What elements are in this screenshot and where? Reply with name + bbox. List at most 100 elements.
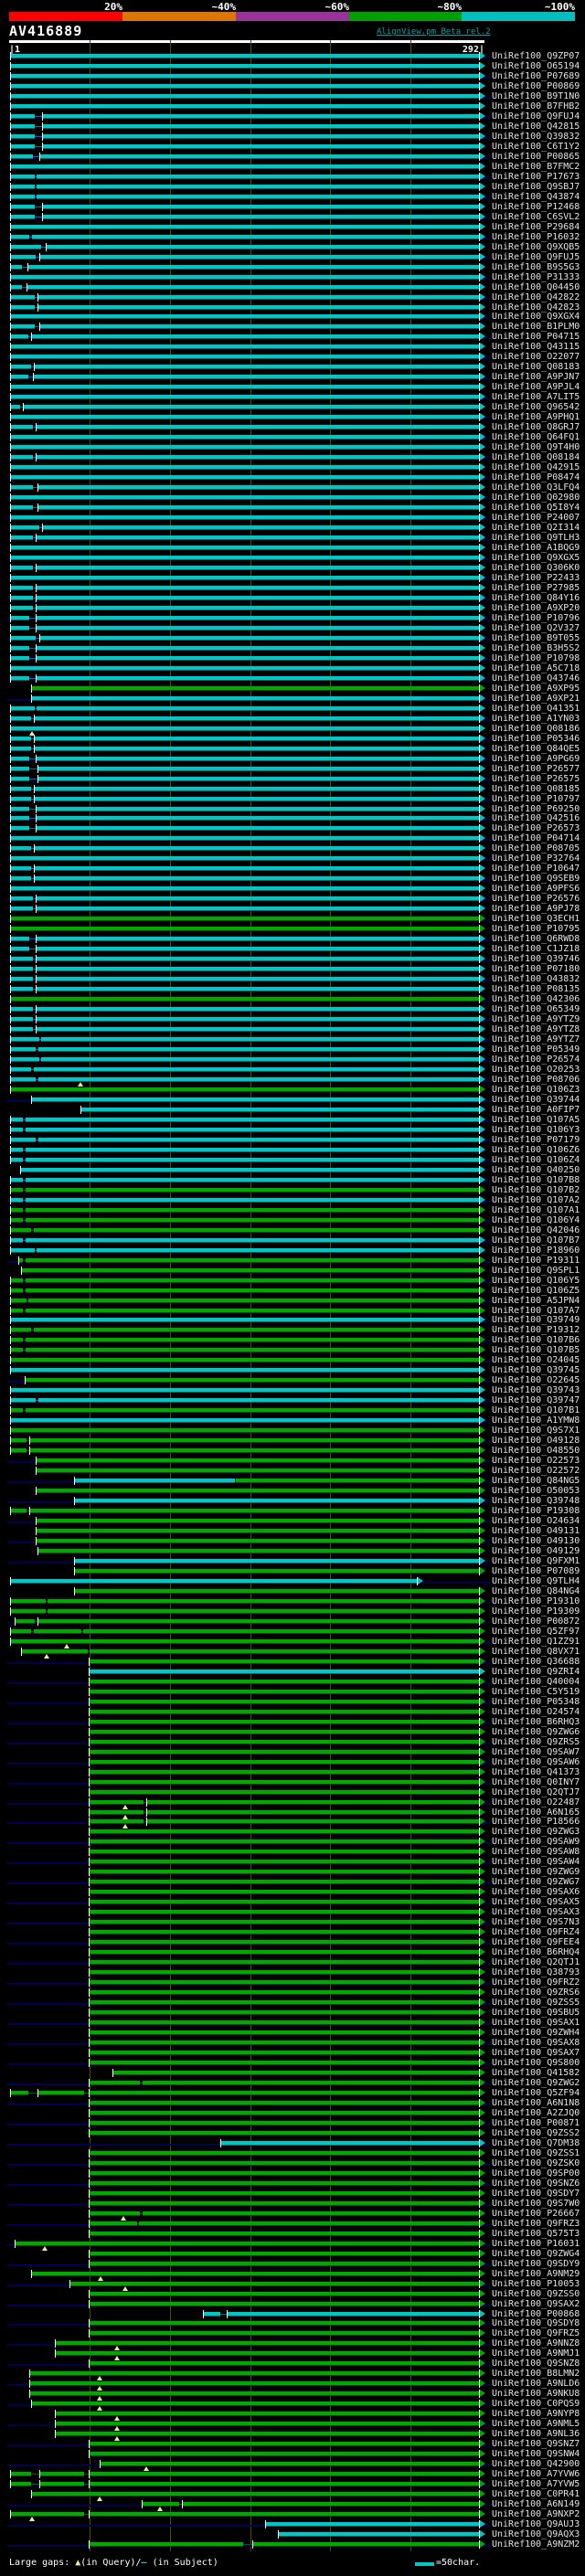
- hit-label[interactable]: UniRef100_C0PR41: [492, 2489, 583, 2499]
- hit-label[interactable]: UniRef100_A1YN03: [492, 714, 583, 724]
- hit-label[interactable]: UniRef100_Q39832: [492, 132, 583, 142]
- hit-label[interactable]: UniRef100_P69250: [492, 804, 583, 814]
- hit-label[interactable]: UniRef100_A9NXP2: [492, 2509, 583, 2519]
- hit-label[interactable]: UniRef100_Q43874: [492, 192, 583, 202]
- hit-label[interactable]: UniRef100_A9YTZ9: [492, 1014, 583, 1024]
- hit-label[interactable]: UniRef100_A9YTZ8: [492, 1024, 583, 1034]
- hit-label[interactable]: UniRef100_P08135: [492, 984, 583, 994]
- hit-label[interactable]: UniRef100_P00871: [492, 2118, 583, 2128]
- hit-label[interactable]: UniRef100_B1PLM0: [492, 322, 583, 332]
- hit-label[interactable]: UniRef100_P08705: [492, 843, 583, 853]
- hit-label[interactable]: UniRef100_P19308: [492, 1506, 583, 1516]
- hit-label[interactable]: UniRef100_A9NKU8: [492, 2389, 583, 2399]
- hit-label[interactable]: UniRef100_Q306K0: [492, 563, 583, 573]
- hit-label[interactable]: UniRef100_C6SVL2: [492, 212, 583, 222]
- hit-label[interactable]: UniRef100_Q42815: [492, 122, 583, 132]
- hit-label[interactable]: UniRef100_O24574: [492, 1707, 583, 1717]
- hit-label[interactable]: UniRef100_P05349: [492, 1044, 583, 1055]
- hit-label[interactable]: UniRef100_Q9SP00: [492, 2168, 583, 2178]
- hit-label[interactable]: UniRef100_Q5I8Y4: [492, 503, 583, 513]
- hit-label[interactable]: UniRef100_Q9SPL1: [492, 1266, 583, 1276]
- hit-label[interactable]: UniRef100_Q0INY7: [492, 1777, 583, 1787]
- hit-label[interactable]: UniRef100_A9NMJ1: [492, 2348, 583, 2359]
- hit-label[interactable]: UniRef100_Q9TLH3: [492, 533, 583, 543]
- hit-label[interactable]: UniRef100_Q107A5: [492, 1115, 583, 1125]
- hit-label[interactable]: UniRef100_Q08183: [492, 362, 583, 372]
- hit-label[interactable]: UniRef100_Q107B6: [492, 1335, 583, 1345]
- hit-label[interactable]: UniRef100_P19312: [492, 1325, 583, 1335]
- hit-label[interactable]: UniRef100_A9NLD6: [492, 2379, 583, 2389]
- hit-label[interactable]: UniRef100_A6N1N8: [492, 2098, 583, 2108]
- hit-label[interactable]: UniRef100_Q9ZWH4: [492, 2028, 583, 2038]
- hit-label[interactable]: UniRef100_P16031: [492, 2239, 583, 2249]
- hit-label[interactable]: UniRef100_Q40004: [492, 1677, 583, 1687]
- hit-label[interactable]: UniRef100_Q9S7N3: [492, 1917, 583, 1927]
- hit-label[interactable]: UniRef100_C0PQS9: [492, 2399, 583, 2409]
- hit-label[interactable]: UniRef100_Q43746: [492, 673, 583, 684]
- hit-label[interactable]: UniRef100_Q9ZWG2: [492, 2078, 583, 2088]
- hit-label[interactable]: UniRef100_Q9AUJ3: [492, 2519, 583, 2529]
- hit-label[interactable]: UniRef100_Q107A7: [492, 1306, 583, 1316]
- hit-label[interactable]: UniRef100_Q9ZWG6: [492, 1727, 583, 1737]
- hit-label[interactable]: UniRef100_A9NL36: [492, 2429, 583, 2439]
- hit-label[interactable]: UniRef100_A9XP95: [492, 684, 583, 694]
- hit-label[interactable]: UniRef100_B8LMN2: [492, 2369, 583, 2379]
- hit-label[interactable]: UniRef100_Q9FRZ2: [492, 1977, 583, 1988]
- hit-label[interactable]: UniRef100_Q9FRZ4: [492, 1927, 583, 1937]
- hit-label[interactable]: UniRef100_Q9S800: [492, 2058, 583, 2068]
- hit-label[interactable]: UniRef100_O22487: [492, 1797, 583, 1807]
- hit-label[interactable]: UniRef100_Q08185: [492, 784, 583, 794]
- hit-label[interactable]: UniRef100_P19310: [492, 1596, 583, 1606]
- hit-label[interactable]: UniRef100_A9XP21: [492, 694, 583, 704]
- hit-label[interactable]: UniRef100_Q9ZRI4: [492, 1667, 583, 1677]
- hit-label[interactable]: UniRef100_Q5ZF97: [492, 1627, 583, 1637]
- hit-label[interactable]: UniRef100_Q42516: [492, 813, 583, 823]
- hit-label[interactable]: UniRef100_A1YMW8: [492, 1415, 583, 1426]
- hit-label[interactable]: UniRef100_A9NML5: [492, 2419, 583, 2429]
- hit-label[interactable]: UniRef100_P10053: [492, 2279, 583, 2289]
- hit-label[interactable]: UniRef100_P08706: [492, 1075, 583, 1085]
- hit-label[interactable]: UniRef100_Q107A1: [492, 1205, 583, 1215]
- hit-label[interactable]: UniRef100_Q41582: [492, 2068, 583, 2078]
- hit-label[interactable]: UniRef100_Q40250: [492, 1165, 583, 1175]
- hit-label[interactable]: UniRef100_P26667: [492, 2209, 583, 2219]
- hit-label[interactable]: UniRef100_Q84NG4: [492, 1586, 583, 1596]
- hit-label[interactable]: UniRef100_Q9SDY7: [492, 2189, 583, 2199]
- hit-label[interactable]: UniRef100_P07689: [492, 71, 583, 81]
- hit-label[interactable]: UniRef100_Q38793: [492, 1967, 583, 1977]
- hit-label[interactable]: UniRef100_P04715: [492, 332, 583, 342]
- hit-label[interactable]: UniRef100_Q84QE5: [492, 744, 583, 754]
- hit-label[interactable]: UniRef100_P26576: [492, 894, 583, 904]
- hit-label[interactable]: UniRef100_B6RHQ4: [492, 1947, 583, 1957]
- hit-label[interactable]: UniRef100_B7FHB2: [492, 101, 583, 111]
- hit-label[interactable]: UniRef100_Q8GRJ7: [492, 422, 583, 432]
- hit-label[interactable]: UniRef100_Q9SEB9: [492, 874, 583, 884]
- hit-label[interactable]: UniRef100_Q04450: [492, 282, 583, 292]
- hit-label[interactable]: UniRef100_Q9SAX8: [492, 2038, 583, 2048]
- hit-label[interactable]: UniRef100_Q9SBJ7: [492, 182, 583, 192]
- hit-label[interactable]: UniRef100_A9PFS6: [492, 884, 583, 894]
- hit-label[interactable]: UniRef100_P18960: [492, 1246, 583, 1256]
- hit-label[interactable]: UniRef100_Q107B2: [492, 1185, 583, 1195]
- hit-label[interactable]: UniRef100_Q9SAX3: [492, 1907, 583, 1917]
- hit-label[interactable]: UniRef100_Q9ZRS6: [492, 1988, 583, 1998]
- hit-label[interactable]: UniRef100_Q9ZWG9: [492, 1867, 583, 1877]
- hit-label[interactable]: UniRef100_Q9SAX1: [492, 2018, 583, 2028]
- hit-label[interactable]: UniRef100_Q9SNZ6: [492, 2178, 583, 2189]
- hit-label[interactable]: UniRef100_P10797: [492, 794, 583, 804]
- hit-label[interactable]: UniRef100_A9NM29: [492, 2269, 583, 2279]
- hit-label[interactable]: UniRef100_P26573: [492, 823, 583, 833]
- hit-label[interactable]: UniRef100_Q9SDY9: [492, 2259, 583, 2269]
- hit-label[interactable]: UniRef100_Q9ZSS1: [492, 2148, 583, 2158]
- hit-label[interactable]: UniRef100_Q39749: [492, 1315, 583, 1325]
- hit-label[interactable]: UniRef100_Q96542: [492, 402, 583, 412]
- hit-label[interactable]: UniRef100_P00872: [492, 1617, 583, 1627]
- hit-label[interactable]: UniRef100_Q2I314: [492, 523, 583, 533]
- hit-label[interactable]: UniRef100_C1JZ18: [492, 944, 583, 954]
- hit-label[interactable]: UniRef100_Q9SNZ8: [492, 2359, 583, 2369]
- hit-label[interactable]: UniRef100_Q41373: [492, 1767, 583, 1777]
- hit-label[interactable]: UniRef100_Q575T3: [492, 2229, 583, 2239]
- hit-label[interactable]: UniRef100_C5Y519: [492, 1687, 583, 1697]
- hit-label[interactable]: UniRef100_P07089: [492, 1566, 583, 1576]
- hit-label[interactable]: UniRef100_Q3ECH1: [492, 914, 583, 924]
